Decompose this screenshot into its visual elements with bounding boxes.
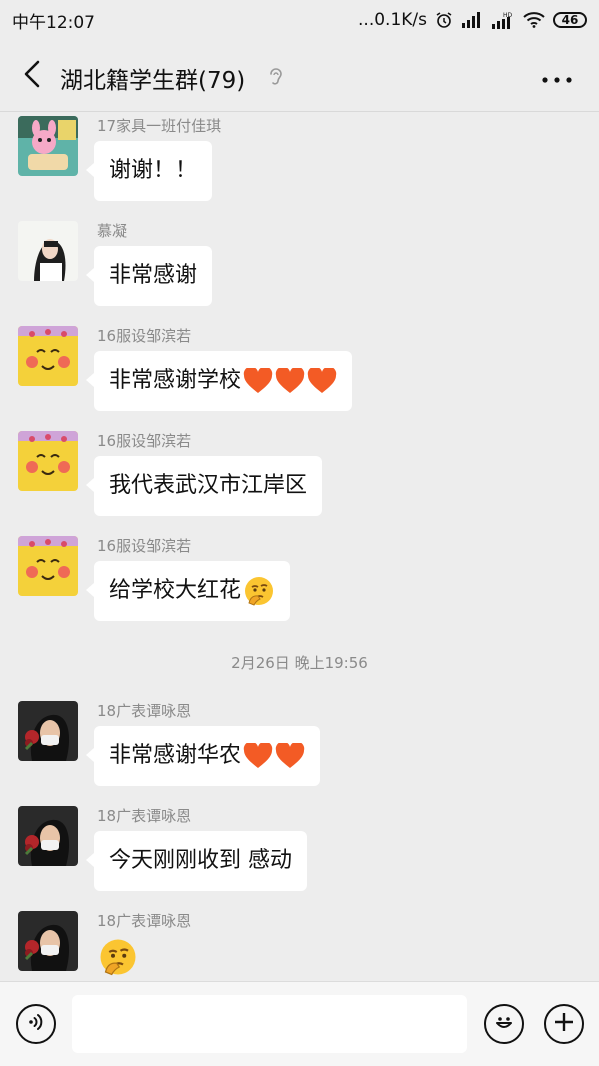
chat-header: 湖北籍学生群(79)	[0, 40, 599, 112]
chat-history[interactable]: 17家具一班付佳琪 谢谢！！ 慕凝 非常感谢 16服设邹滨若 非常感谢学校 16…	[0, 113, 599, 981]
message-bubble[interactable]: 谢谢！！	[85, 141, 213, 201]
avatar[interactable]	[18, 116, 78, 176]
smiley-icon	[491, 1009, 517, 1039]
voice-icon	[25, 1011, 47, 1037]
heart-emoji-icon	[243, 743, 273, 769]
input-bar	[0, 981, 599, 1066]
avatar[interactable]	[18, 431, 78, 491]
thinking-face-emoji-icon	[98, 939, 138, 981]
back-arrow-icon	[23, 60, 41, 92]
message-text: 非常感谢华农	[109, 743, 242, 768]
sender-name: 18广表谭咏恩	[97, 912, 192, 930]
message-text: 非常感谢	[109, 263, 198, 288]
back-button[interactable]	[14, 58, 50, 94]
sender-name: 慕凝	[97, 222, 128, 240]
status-time: 中午12:07	[12, 12, 95, 33]
signal-hd-icon: HD	[491, 11, 515, 29]
signal-icon	[461, 12, 483, 28]
message-text: 给学校大红花	[109, 578, 242, 603]
sender-name: 16服设邹滨若	[97, 432, 192, 450]
thinking-face-emoji-icon	[243, 575, 275, 607]
avatar[interactable]	[18, 536, 78, 596]
battery-icon: 46	[553, 12, 587, 28]
heart-emoji-icon	[243, 368, 273, 394]
voice-button[interactable]	[16, 1004, 56, 1044]
sender-name: 18广表谭咏恩	[97, 702, 192, 720]
alarm-icon	[435, 11, 453, 29]
avatar[interactable]	[18, 701, 78, 761]
sender-name: 18广表谭咏恩	[97, 807, 192, 825]
avatar[interactable]	[18, 326, 78, 386]
page-title: 湖北籍学生群(79)	[60, 68, 246, 94]
heart-emoji-icon	[275, 368, 305, 394]
sender-name: 16服设邹滨若	[97, 537, 192, 555]
message-bubble[interactable]: 今天刚刚收到 感动	[86, 831, 307, 891]
message-text: 今天刚刚收到 感动	[109, 848, 292, 873]
ear-icon	[268, 66, 284, 92]
avatar[interactable]	[18, 221, 78, 281]
timestamp: 2月26日 晚上19:56	[231, 654, 368, 672]
message-sticker[interactable]	[98, 937, 138, 981]
more-dots-icon	[542, 68, 572, 87]
message-text: 我代表武汉市江岸区	[109, 473, 308, 498]
message-text: 非常感谢学校	[109, 368, 242, 393]
message-input[interactable]	[72, 995, 467, 1053]
avatar[interactable]	[18, 806, 78, 866]
heart-emoji-icon	[307, 368, 337, 394]
avatar[interactable]	[18, 911, 78, 971]
message-bubble[interactable]: 非常感谢学校	[85, 351, 353, 411]
wifi-icon	[523, 12, 545, 28]
message-bubble[interactable]: 给学校大红花	[85, 561, 291, 621]
status-icons: ...0.1K/s HD 46	[358, 10, 587, 30]
emoji-button[interactable]	[484, 1004, 524, 1044]
plus-icon	[553, 1011, 575, 1037]
plus-button[interactable]	[544, 1004, 584, 1044]
more-button[interactable]	[537, 62, 577, 92]
message-bubble[interactable]: 非常感谢华农	[85, 726, 321, 786]
message-bubble[interactable]: 我代表武汉市江岸区	[85, 456, 323, 516]
status-bar: 中午12:07 ...0.1K/s HD 46	[0, 0, 599, 40]
sender-name: 17家具一班付佳琪	[97, 117, 222, 135]
heart-emoji-icon	[275, 743, 305, 769]
network-speed: ...0.1K/s	[358, 10, 427, 30]
sender-name: 16服设邹滨若	[97, 327, 192, 345]
message-bubble[interactable]: 非常感谢	[85, 246, 213, 306]
message-text: 谢谢！！	[109, 158, 198, 183]
